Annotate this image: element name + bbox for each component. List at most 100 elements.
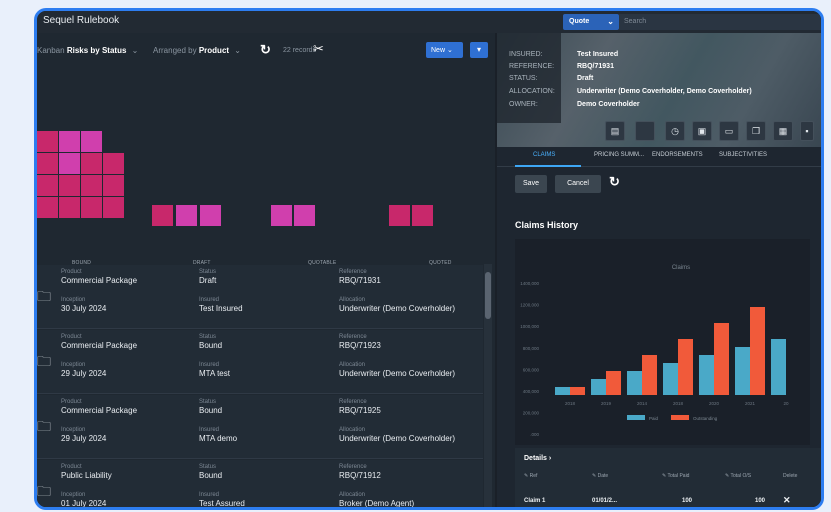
field-value: 01 July 2024 — [61, 499, 107, 508]
kanban-card-tile[interactable] — [271, 205, 292, 226]
app-window: Sequel Rulebook Quote ⌄ Search Kanban Ri… — [34, 8, 824, 510]
field-label: Allocation — [339, 362, 366, 368]
card-field-allocation: Allocation Broker (Demo Agent) — [339, 492, 414, 507]
legend-swatch — [627, 415, 645, 420]
header-image: INSURED: Test Insured REFERENCE: RBQ/71931… — [497, 33, 821, 147]
chevron-down-icon: ⌄ — [446, 47, 453, 54]
kanban-card-tile[interactable] — [81, 153, 102, 174]
card-field-inception: Inception 29 July 2024 — [61, 427, 106, 443]
cell-date: 01/01/2... — [592, 498, 618, 504]
field-value: Draft — [199, 276, 217, 285]
risk-card[interactable]: 🗀 Product Commercial Package Status Bound Ref… — [37, 330, 483, 394]
card-field-product: Product Commercial Package — [61, 269, 137, 285]
folder-icon[interactable]: ▭ — [719, 121, 739, 141]
risk-card[interactable]: 🗀 Product Public Liability Status Bound Refer… — [37, 460, 483, 508]
chevron-down-icon: ⌄ — [607, 17, 614, 26]
kanban-card-tile[interactable] — [59, 131, 80, 152]
details-table: Details › ✎ Ref ✎ Date ✎ Total Paid ✎ To… — [515, 448, 821, 507]
field-label: Allocation — [339, 427, 366, 433]
risk-card[interactable]: 🗀 Product Commercial Package Status Bound Ref… — [37, 395, 483, 459]
tab-subjectivities[interactable]: SUBJECTIVITIES — [719, 152, 767, 158]
tab-endorsements[interactable]: ENDORSEMENTS — [652, 152, 703, 158]
tab-claims[interactable]: CLAIMS — [533, 152, 555, 158]
header-total-os[interactable]: ✎ Total O/S — [725, 473, 751, 479]
calculator-icon[interactable]: ▦ — [773, 121, 793, 141]
kanban-card-tile[interactable] — [412, 205, 433, 226]
card-field-status: Status Bound — [199, 464, 222, 480]
kanban-card-tile[interactable] — [59, 197, 80, 218]
document-icon[interactable]: ▤ — [605, 121, 625, 141]
kanban-card-tile[interactable] — [37, 131, 58, 152]
refresh-icon[interactable]: ↻ — [260, 42, 271, 58]
card-field-product: Product Commercial Package — [61, 399, 137, 415]
arranged-prefix: Arranged by — [153, 46, 197, 55]
kanban-card-tile[interactable] — [176, 205, 197, 226]
kanban-card-tile[interactable] — [103, 153, 124, 174]
scrollbar[interactable] — [484, 264, 492, 507]
card-field-reference: Reference RBQ/71912 — [339, 464, 381, 480]
info-label: INSURED: — [509, 51, 543, 58]
kanban-card-tile[interactable] — [81, 175, 102, 196]
cell-os: 100 — [755, 498, 766, 504]
field-value: RBQ/71931 — [339, 276, 381, 285]
kanban-card-tile[interactable] — [59, 153, 80, 174]
save-button[interactable]: Save — [515, 175, 547, 193]
field-label: Reference — [339, 334, 367, 340]
risk-card[interactable]: 🗀 Product Commercial Package Status Draft Ref… — [37, 265, 483, 329]
card-field-insured: Insured Test Insured — [199, 297, 243, 313]
kanban-card-tile[interactable] — [389, 205, 410, 226]
kanban-card-tile[interactable] — [37, 175, 58, 196]
header-ref[interactable]: ✎ Ref — [524, 473, 537, 479]
kanban-card-tile[interactable] — [103, 197, 124, 218]
kanban-card-tile[interactable] — [200, 205, 221, 226]
kanban-card-tile[interactable] — [294, 205, 315, 226]
y-tick-label: 1200,000 — [520, 303, 539, 308]
kanban-card-tile[interactable] — [152, 205, 173, 226]
arranged-by-select[interactable]: Arranged by Product ⌄ — [153, 46, 241, 55]
info-value: Draft — [577, 75, 594, 82]
kanban-card-tile[interactable] — [37, 153, 58, 174]
card-field-reference: Reference RBQ/71931 — [339, 269, 381, 285]
kanban-card-tile[interactable] — [37, 197, 58, 218]
field-label: Reference — [339, 269, 367, 275]
clock-icon[interactable]: ◷ — [665, 121, 685, 141]
kanban-card-tile[interactable] — [81, 131, 102, 152]
new-button[interactable]: New ⌄ — [426, 42, 463, 58]
kanban-value: Risks by Status — [66, 46, 127, 55]
more-icon[interactable]: ▪ — [800, 121, 814, 141]
kanban-panel: Kanban Risks by Status ⌄ Arranged by Pro… — [37, 33, 495, 507]
tab-pricing-summary[interactable]: PRICING SUMM... — [594, 152, 644, 158]
print-icon[interactable]: ▣ — [692, 121, 712, 141]
search-input[interactable]: Search — [619, 14, 821, 30]
legend-swatch — [671, 415, 689, 420]
x-tick-label: 2020 — [709, 401, 720, 406]
bar-paid — [771, 339, 786, 395]
field-value: 29 July 2024 — [61, 369, 107, 378]
cancel-button[interactable]: Cancel — [555, 175, 601, 193]
bar-outstanding — [606, 371, 621, 395]
undo-icon[interactable]: ↻ — [609, 174, 620, 190]
x-tick-label: 2018 — [673, 401, 684, 406]
blank-icon[interactable] — [635, 121, 655, 141]
bar-outstanding — [750, 307, 765, 395]
field-value: Bound — [199, 406, 223, 415]
header-total-paid[interactable]: ✎ Total Paid — [662, 473, 689, 479]
app-title: Sequel Rulebook — [43, 15, 120, 26]
new-button-label: New — [431, 47, 446, 54]
kanban-card-tile[interactable] — [59, 175, 80, 196]
tools-icon[interactable]: ✂ — [313, 41, 324, 57]
header-date[interactable]: ✎ Date — [592, 473, 608, 479]
kanban-select[interactable]: Kanban Risks by Status ⌄ — [37, 46, 138, 55]
copy-icon[interactable]: ❐ — [746, 121, 766, 141]
kanban-card-tile[interactable] — [81, 197, 102, 218]
delete-icon[interactable]: ✕ — [783, 495, 791, 506]
y-tick-label: 1000,000 — [520, 324, 539, 329]
card-field-reference: Reference RBQ/71923 — [339, 334, 381, 350]
scrollbar-thumb[interactable] — [485, 272, 491, 319]
details-toggle[interactable]: Details › — [524, 455, 551, 462]
kanban-card-tile[interactable] — [103, 175, 124, 196]
bar-paid — [735, 347, 750, 395]
info-label: OWNER: — [509, 101, 538, 108]
filter-button[interactable]: ▾ — [470, 42, 488, 58]
search-scope-select[interactable]: Quote ⌄ — [563, 14, 619, 30]
